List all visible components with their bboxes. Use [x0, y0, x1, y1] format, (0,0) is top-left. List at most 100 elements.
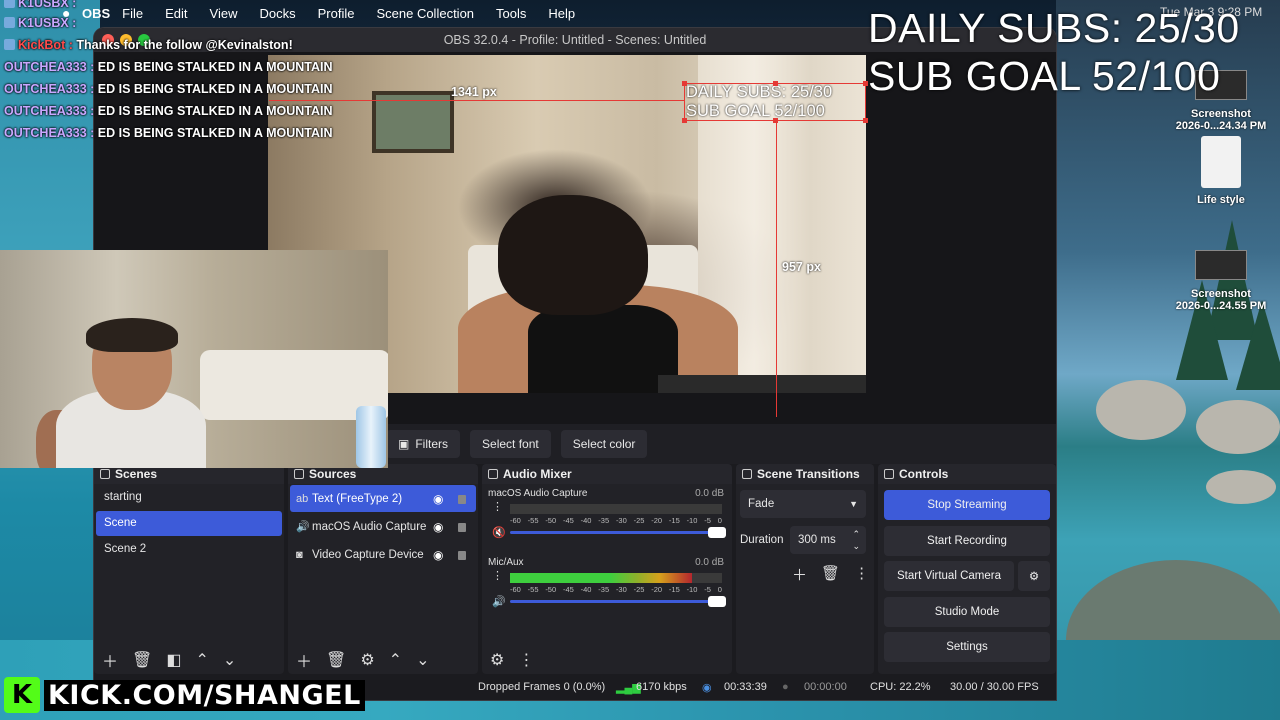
volume-knob[interactable]: [708, 596, 726, 607]
badge-icon: [4, 39, 15, 50]
source-item-audio-capture[interactable]: 🔊 macOS Audio Capture ◉: [290, 513, 476, 540]
menu-scene-collection[interactable]: Scene Collection: [376, 6, 474, 21]
dock-title-label: Audio Mixer: [503, 467, 572, 481]
meter-scale-tick: -40: [580, 516, 592, 525]
add-icon[interactable]: ＋: [296, 648, 312, 672]
add-icon[interactable]: ＋: [792, 564, 807, 585]
filter-icon[interactable]: ◧: [166, 650, 181, 670]
meter-scale-tick: -10: [686, 516, 698, 525]
move-up-icon[interactable]: ⌃: [195, 650, 208, 670]
dock-icon: [742, 469, 752, 479]
meter-scale-tick: -55: [527, 585, 539, 594]
scene-item-starting[interactable]: starting: [96, 485, 282, 510]
volume-slider[interactable]: [510, 596, 726, 607]
trash-icon[interactable]: 🗑: [326, 650, 346, 670]
dock-title-label: Controls: [899, 467, 949, 481]
start-recording-button[interactable]: Start Recording: [884, 526, 1050, 556]
more-options-icon[interactable]: ⋮: [854, 564, 869, 585]
meter-scale-tick: -30: [615, 585, 627, 594]
lock-icon[interactable]: [458, 523, 466, 532]
menu-file[interactable]: File: [122, 6, 143, 21]
select-font-button[interactable]: Select font: [470, 430, 551, 458]
mixer-toolbar: ⚙ ⋮: [482, 646, 732, 674]
desktop-item-label: Screenshot: [1191, 108, 1251, 120]
window-title: OBS 32.0.4 - Profile: Untitled - Scenes:…: [443, 33, 707, 47]
meter-scale-tick: -40: [580, 585, 592, 594]
volume-slider[interactable]: [510, 527, 726, 538]
trash-icon[interactable]: 🗑: [132, 650, 152, 670]
more-options-icon[interactable]: ⋮: [518, 650, 534, 670]
resize-handle[interactable]: [773, 81, 778, 86]
speaker-icon[interactable]: 🔊: [492, 595, 506, 608]
virtual-camera-settings-button[interactable]: ⚙: [1018, 561, 1050, 591]
transition-select[interactable]: Fade ▼: [740, 490, 866, 518]
resize-handle[interactable]: [682, 81, 687, 86]
fps: 30.00 / 30.00 FPS: [950, 681, 1039, 693]
add-icon[interactable]: ＋: [102, 648, 118, 672]
sources-toolbar: ＋ 🗑 ⚙ ⌃ ⌄: [288, 646, 478, 674]
cpu-usage: CPU: 22.2%: [870, 681, 931, 693]
lock-icon[interactable]: [458, 551, 466, 560]
start-virtual-camera-button[interactable]: Start Virtual Camera: [884, 561, 1014, 591]
record-icon: ●: [782, 681, 789, 693]
volume-knob[interactable]: [708, 527, 726, 538]
menu-app-name[interactable]: OBS: [82, 6, 110, 21]
chat-line: K1USBX :: [4, 16, 76, 30]
select-color-button[interactable]: Select color: [560, 430, 648, 458]
controls-dock: Controls Stop Streaming Start Recording …: [878, 464, 1056, 674]
resize-handle[interactable]: [773, 118, 778, 123]
menu-tools[interactable]: Tools: [496, 6, 526, 21]
selection-box[interactable]: [682, 81, 868, 123]
desktop-item-sublabel: 2026-0...24.34 PM: [1175, 120, 1267, 132]
muted-speaker-icon[interactable]: 🔇: [492, 526, 506, 539]
desktop-screenshot-file[interactable]: Screenshot 2026-0...24.55 PM: [1166, 250, 1276, 312]
chat-message: ED IS BEING STALKED IN A MOUNTAIN: [97, 82, 333, 96]
chat-user: KickBot :: [18, 38, 73, 52]
filters-button[interactable]: ▣ Filters: [386, 430, 461, 458]
more-options-icon[interactable]: ⋮: [492, 569, 503, 582]
source-label: Text (FreeType 2): [312, 492, 403, 505]
more-options-icon[interactable]: ⋮: [492, 500, 503, 513]
duration-spinbox[interactable]: 300 ms ⌃ ⌄: [790, 526, 866, 554]
advanced-audio-icon[interactable]: ⚙: [490, 650, 504, 670]
menu-edit[interactable]: Edit: [165, 6, 187, 21]
dock-title-label: Scene Transitions: [757, 467, 860, 481]
gear-icon: ⚙: [1028, 571, 1040, 583]
speaker-icon: 🔊: [296, 521, 310, 533]
lock-icon[interactable]: [458, 495, 466, 504]
desktop-life-style-file[interactable]: Life style: [1166, 136, 1276, 206]
mixer-channel-mic: Mic/Aux 0.0 dB ⋮ -60 -55 -50 -45 -40 -35 -30 -2…: [482, 553, 732, 622]
chat-user: K1USBX :: [18, 16, 77, 30]
trash-icon[interactable]: 🗑: [821, 564, 840, 585]
meter-scale-tick: -25: [633, 516, 645, 525]
scene-item-scene[interactable]: Scene: [96, 511, 282, 536]
source-item-video-capture[interactable]: ◙ Video Capture Device ◉: [290, 541, 476, 568]
scene-item-scene-2[interactable]: Scene 2: [96, 537, 282, 562]
dock-title-label: Scenes: [115, 467, 158, 481]
resize-handle[interactable]: [863, 118, 868, 123]
transition-selected-value: Fade: [748, 498, 775, 510]
menu-view[interactable]: View: [210, 6, 238, 21]
move-down-icon[interactable]: ⌄: [416, 650, 429, 670]
gear-icon[interactable]: ⚙: [360, 650, 374, 670]
eye-icon[interactable]: ◉: [433, 492, 443, 506]
chat-line: OUTCHEA333 : ED IS BEING STALKED IN A MO…: [4, 82, 333, 96]
scenes-toolbar: ＋ 🗑 ◧ ⌃ ⌄: [94, 646, 284, 674]
source-item-text[interactable]: ab Text (FreeType 2) ◉: [290, 485, 476, 512]
settings-button[interactable]: Settings: [884, 632, 1050, 662]
alignment-guide-horizontal: [269, 100, 685, 101]
spinbox-arrows-icon[interactable]: ⌃ ⌄: [852, 528, 860, 552]
stop-streaming-button[interactable]: Stop Streaming: [884, 490, 1050, 520]
meter-scale-tick: -35: [598, 516, 610, 525]
studio-mode-button[interactable]: Studio Mode: [884, 597, 1050, 627]
menu-help[interactable]: Help: [548, 6, 575, 21]
resize-handle[interactable]: [682, 118, 687, 123]
eye-icon[interactable]: ◉: [433, 520, 443, 534]
kick-branding: K KICK.COM/SHANGEL: [4, 677, 365, 713]
meter-scale-tick: -5: [704, 516, 711, 525]
menu-profile[interactable]: Profile: [318, 6, 355, 21]
eye-icon[interactable]: ◉: [433, 548, 443, 562]
move-up-icon[interactable]: ⌃: [389, 650, 402, 670]
menu-docks[interactable]: Docks: [259, 6, 295, 21]
move-down-icon[interactable]: ⌄: [223, 650, 236, 670]
